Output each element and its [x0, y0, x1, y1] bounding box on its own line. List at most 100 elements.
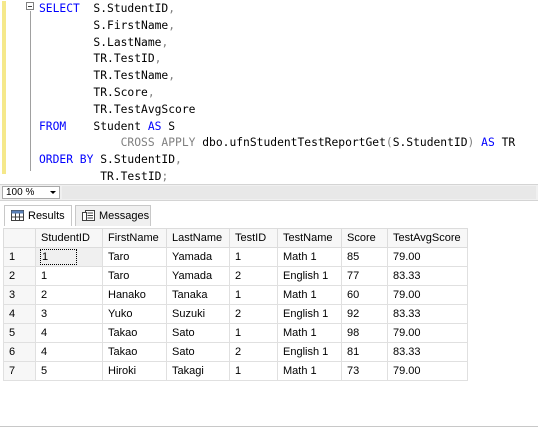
results-grid[interactable]: StudentID FirstName LastName TestID Test…: [3, 228, 468, 381]
code-line[interactable]: ORDER BY S.StudentID,: [39, 153, 182, 166]
table-row[interactable]: 2 1 Taro Yamada 2 English 1 77 83.33: [3, 266, 468, 286]
cell-text: 4: [41, 346, 48, 358]
table-cell[interactable]: 79.00: [387, 323, 468, 343]
table-cell[interactable]: Taro: [102, 247, 167, 267]
zoom-value: 100 %: [6, 187, 35, 198]
table-cell[interactable]: Math 1: [277, 361, 342, 381]
row-number[interactable]: 2: [3, 266, 36, 286]
table-cell[interactable]: 83.33: [387, 304, 468, 324]
code-line[interactable]: SELECT S.StudentID,: [39, 2, 175, 15]
table-cell[interactable]: 2: [229, 342, 278, 362]
table-cell[interactable]: 2: [229, 266, 278, 286]
row-number-header[interactable]: [3, 228, 36, 248]
table-cell[interactable]: 1: [229, 285, 278, 305]
table-cell[interactable]: 83.33: [387, 342, 468, 362]
cell-text: Takao: [108, 327, 138, 339]
table-cell[interactable]: 1: [35, 266, 103, 286]
table-cell[interactable]: Takao: [102, 342, 167, 362]
table-cell[interactable]: 83.33: [387, 266, 468, 286]
column-header[interactable]: FirstName: [102, 228, 167, 248]
table-cell[interactable]: Sato: [166, 342, 230, 362]
code-line[interactable]: TR.TestAvgScore: [39, 103, 195, 116]
table-cell[interactable]: 2: [35, 285, 103, 305]
table-cell[interactable]: Suzuki: [166, 304, 230, 324]
cell-text: Hanako: [108, 289, 146, 301]
table-cell[interactable]: 3: [35, 304, 103, 324]
sql-token: TR: [494, 136, 516, 150]
table-cell[interactable]: Sato: [166, 323, 230, 343]
table-cell[interactable]: Hiroki: [102, 361, 167, 381]
table-cell[interactable]: 77: [341, 266, 388, 286]
table-row[interactable]: 7 5 Hiroki Takagi 1 Math 1 73 79.00: [3, 361, 468, 381]
collapse-toggle-icon[interactable]: [26, 2, 34, 10]
table-cell[interactable]: 92: [341, 304, 388, 324]
row-number[interactable]: 7: [3, 361, 36, 381]
table-cell[interactable]: Yuko: [102, 304, 167, 324]
row-number[interactable]: 6: [3, 342, 36, 362]
table-cell[interactable]: 1: [229, 361, 278, 381]
cell-text: Math 1: [283, 327, 317, 339]
tab-messages[interactable]: Messages: [75, 205, 151, 226]
code-line[interactable]: FROM Student AS S: [39, 120, 175, 133]
table-row[interactable]: 6 4 Takao Sato 2 English 1 81 83.33: [3, 342, 468, 362]
table-cell[interactable]: 5: [35, 361, 103, 381]
column-header[interactable]: LastName: [166, 228, 230, 248]
code-line[interactable]: TR.TestID;: [39, 170, 168, 183]
column-header[interactable]: Score: [341, 228, 388, 248]
sql-token: S.StudentID: [392, 136, 468, 150]
table-cell[interactable]: Math 1: [277, 285, 342, 305]
grid-icon: [11, 210, 24, 221]
table-cell[interactable]: Takao: [102, 323, 167, 343]
table-cell[interactable]: 4: [35, 342, 103, 362]
row-number[interactable]: 5: [3, 323, 36, 343]
code-line[interactable]: S.FirstName,: [39, 19, 175, 32]
table-cell[interactable]: 60: [341, 285, 388, 305]
query-editor[interactable]: SELECT S.StudentID, S.FirstName, S.LastN…: [0, 0, 538, 184]
table-cell[interactable]: 1: [229, 247, 278, 267]
code-line[interactable]: TR.TestName,: [39, 69, 175, 82]
sql-token: ,: [161, 35, 169, 49]
sql-code[interactable]: SELECT S.StudentID, S.FirstName, S.LastN…: [39, 1, 515, 186]
row-number[interactable]: 3: [3, 285, 36, 305]
code-line[interactable]: S.LastName,: [39, 36, 168, 49]
row-number[interactable]: 4: [3, 304, 36, 324]
table-cell[interactable]: Yamada: [166, 266, 230, 286]
table-cell[interactable]: 85: [341, 247, 388, 267]
table-cell[interactable]: 2: [229, 304, 278, 324]
table-cell[interactable]: 1: [35, 247, 103, 267]
table-cell[interactable]: Math 1: [277, 323, 342, 343]
table-cell[interactable]: English 1: [277, 304, 342, 324]
table-row[interactable]: 5 4 Takao Sato 1 Math 1 98 79.00: [3, 323, 468, 343]
table-cell[interactable]: Math 1: [277, 247, 342, 267]
table-row[interactable]: 3 2 Hanako Tanaka 1 Math 1 60 79.00: [3, 285, 468, 305]
table-cell[interactable]: 81: [341, 342, 388, 362]
table-cell[interactable]: 79.00: [387, 247, 468, 267]
tab-results[interactable]: Results: [4, 205, 72, 226]
table-row[interactable]: 4 3 Yuko Suzuki 2 English 1 92 83.33: [3, 304, 468, 324]
cell-text: 1: [235, 251, 242, 263]
table-cell[interactable]: Yamada: [166, 247, 230, 267]
column-header[interactable]: StudentID: [35, 228, 103, 248]
column-header[interactable]: TestName: [277, 228, 342, 248]
table-cell[interactable]: English 1: [277, 266, 342, 286]
table-cell[interactable]: Takagi: [166, 361, 230, 381]
table-cell[interactable]: 79.00: [387, 285, 468, 305]
table-cell[interactable]: 98: [341, 323, 388, 343]
table-cell[interactable]: 79.00: [387, 361, 468, 381]
horizontal-scrollbar[interactable]: [62, 186, 536, 199]
row-number[interactable]: 1: [3, 247, 36, 267]
table-cell[interactable]: 73: [341, 361, 388, 381]
column-header[interactable]: TestID: [229, 228, 278, 248]
column-header[interactable]: TestAvgScore: [387, 228, 468, 248]
table-cell[interactable]: 1: [229, 323, 278, 343]
zoom-dropdown[interactable]: 100 %: [2, 186, 60, 199]
table-cell[interactable]: Tanaka: [166, 285, 230, 305]
code-line[interactable]: TR.TestID,: [39, 52, 161, 65]
table-row[interactable]: 1 1 Taro Yamada 1 Math 1 85 79.00: [3, 247, 468, 267]
table-cell[interactable]: Taro: [102, 266, 167, 286]
code-line[interactable]: CROSS APPLY dbo.ufnStudentTestReportGet(…: [39, 136, 516, 150]
table-cell[interactable]: English 1: [277, 342, 342, 362]
table-cell[interactable]: 4: [35, 323, 103, 343]
code-line[interactable]: TR.Score,: [39, 86, 154, 99]
table-cell[interactable]: Hanako: [102, 285, 167, 305]
